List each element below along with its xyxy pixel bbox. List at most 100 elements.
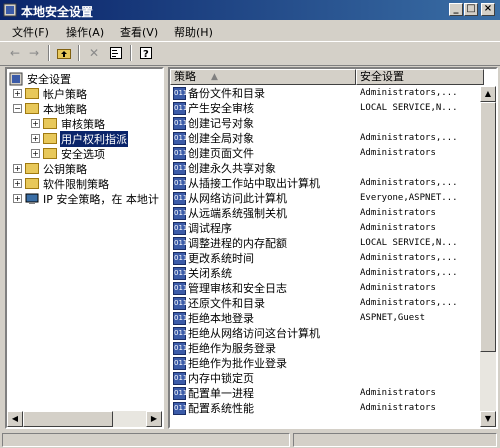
menu-file[interactable]: 文件(F) [12, 24, 49, 40]
tree-item-ip-security[interactable]: + IP 安全策略，在 本地计 [13, 191, 160, 206]
policy-list-pane[interactable]: 策略 ▲ 安全设置 011 备份文件和目录 Administrators,... 0… [168, 67, 498, 429]
policy-name: 创建永久共享对象 [188, 162, 276, 175]
policy-setting: Administrators [360, 223, 436, 233]
table-row[interactable]: 011 备份文件和目录 Administrators,... [170, 86, 496, 101]
toolbar-separator [78, 45, 80, 61]
window-title: 本地安全设置 [21, 5, 94, 19]
collapse-minus-icon[interactable]: − [13, 104, 22, 113]
tree-item-user-rights[interactable]: + 用户权利指派 [31, 130, 128, 147]
expand-plus-icon[interactable]: + [31, 119, 40, 128]
folder-icon [43, 148, 57, 159]
back-arrow-icon[interactable]: ← [7, 45, 23, 61]
policy-setting: Administrators,... [360, 178, 458, 188]
tree-item-security-options[interactable]: + 安全选项 [31, 146, 106, 161]
table-row[interactable]: 011 创建记号对象 [170, 116, 496, 131]
tree-item-label: 审核策略 [61, 117, 105, 131]
close-button[interactable]: × [481, 3, 495, 16]
table-row[interactable]: 011 更改系统时间 Administrators,... [170, 251, 496, 266]
tree-item-label: 用户权利指派 [60, 130, 128, 147]
table-row[interactable]: 011 拒绝作为服务登录 [170, 341, 496, 356]
up-folder-icon[interactable] [56, 45, 72, 61]
tree-item-label: 安全选项 [61, 147, 105, 161]
title-bar[interactable]: 本地安全设置 _ □ × [0, 0, 500, 20]
ip-security-icon [25, 193, 39, 204]
tree-item-account-policies[interactable]: + 帐户策略 [13, 86, 88, 101]
tree-item-label: 本地策略 [43, 102, 87, 116]
policy-name: 关闭系统 [188, 267, 232, 280]
tree-item-label: 安全设置 [27, 72, 71, 86]
tree-item-software-restriction[interactable]: + 软件限制策略 [13, 176, 110, 191]
scroll-down-arrow-icon[interactable]: ▼ [480, 411, 496, 427]
policy-icon: 011 [173, 312, 187, 325]
policy-icon: 011 [173, 117, 187, 130]
table-row[interactable]: 011 内存中锁定页 [170, 371, 496, 386]
policy-name: 更改系统时间 [188, 252, 254, 265]
policy-setting: LOCAL SERVICE,N... [360, 103, 458, 113]
properties-icon[interactable] [108, 45, 124, 61]
table-row[interactable]: 011 拒绝本地登录 ASPNET,Guest [170, 311, 496, 326]
security-settings-icon [3, 3, 17, 17]
table-row[interactable]: 011 创建全局对象 Administrators,... [170, 131, 496, 146]
menu-bar: 文件(F) 操作(A) 查看(V) 帮助(H) [0, 20, 500, 42]
expand-plus-icon[interactable]: + [13, 164, 22, 173]
table-row[interactable]: 011 创建页面文件 Administrators [170, 146, 496, 161]
list-vertical-scrollbar[interactable]: ▲ ▼ [480, 86, 496, 427]
table-row[interactable]: 011 拒绝作为批作业登录 [170, 356, 496, 371]
scroll-thumb[interactable] [23, 411, 113, 427]
forward-arrow-icon[interactable]: → [26, 45, 42, 61]
policy-name: 调整进程的内存配额 [188, 237, 287, 250]
policy-icon: 011 [173, 87, 187, 100]
tree-horizontal-scrollbar[interactable]: ◀ ▶ [7, 411, 162, 427]
scroll-right-arrow-icon[interactable]: ▶ [146, 411, 162, 427]
policy-icon: 011 [173, 237, 187, 250]
expand-plus-icon[interactable]: + [13, 194, 22, 203]
table-row[interactable]: 011 还原文件和目录 Administrators,... [170, 296, 496, 311]
tree-item-local-policies[interactable]: − 本地策略 [13, 101, 88, 116]
table-row[interactable]: 011 创建永久共享对象 [170, 161, 496, 176]
table-row[interactable]: 011 调试程序 Administrators [170, 221, 496, 236]
table-row[interactable]: 011 关闭系统 Administrators,... [170, 266, 496, 281]
policy-icon: 011 [173, 252, 187, 265]
policy-name: 从远端系统强制关机 [188, 207, 287, 220]
security-settings-icon [9, 72, 23, 85]
column-header-policy[interactable]: 策略 ▲ [170, 69, 356, 85]
delete-icon[interactable]: ✕ [86, 45, 102, 61]
maximize-button[interactable]: □ [464, 3, 478, 16]
expand-plus-icon[interactable]: + [31, 134, 40, 143]
scroll-up-arrow-icon[interactable]: ▲ [480, 86, 496, 102]
table-row[interactable]: 011 产生安全审核 LOCAL SERVICE,N... [170, 101, 496, 116]
expand-plus-icon[interactable]: + [31, 149, 40, 158]
tree-item-public-key-policies[interactable]: + 公钥策略 [13, 161, 88, 176]
policy-setting: Administrators,... [360, 298, 458, 308]
table-row[interactable]: 011 配置系统性能 Administrators [170, 401, 496, 416]
table-row[interactable]: 011 从插接工作站中取出计算机 Administrators,... [170, 176, 496, 191]
expand-plus-icon[interactable]: + [13, 89, 22, 98]
column-header-setting[interactable]: 安全设置 [356, 69, 484, 85]
help-icon[interactable]: ? [138, 45, 154, 61]
tree-item-security-settings[interactable]: 安全设置 [9, 71, 72, 86]
open-folder-icon [25, 103, 39, 114]
table-row[interactable]: 011 调整进程的内存配额 LOCAL SERVICE,N... [170, 236, 496, 251]
minimize-button[interactable]: _ [449, 3, 463, 16]
table-row[interactable]: 011 配置单一进程 Administrators [170, 386, 496, 401]
tree-item-audit-policy[interactable]: + 审核策略 [31, 116, 106, 131]
policy-setting: Everyone,ASPNET... [360, 193, 458, 203]
table-row[interactable]: 011 拒绝从网络访问这台计算机 [170, 326, 496, 341]
policy-setting: Administrators [360, 388, 436, 398]
table-row[interactable]: 011 管理审核和安全日志 Administrators [170, 281, 496, 296]
scroll-left-arrow-icon[interactable]: ◀ [7, 411, 23, 427]
table-row[interactable]: 011 从网络访问此计算机 Everyone,ASPNET... [170, 191, 496, 206]
policy-icon: 011 [173, 147, 187, 160]
expand-plus-icon[interactable]: + [13, 179, 22, 188]
policy-setting: Administrators [360, 208, 436, 218]
tree-pane[interactable]: 安全设置 + 帐户策略 − 本地策略 + 审核策略 + 用户权利指派 + 安全选… [5, 67, 164, 429]
policy-icon: 011 [173, 102, 187, 115]
policy-icon: 011 [173, 282, 187, 295]
policy-setting: ASPNET,Guest [360, 313, 426, 323]
table-row[interactable]: 011 从远端系统强制关机 Administrators [170, 206, 496, 221]
menu-help[interactable]: 帮助(H) [174, 24, 213, 40]
menu-action[interactable]: 操作(A) [66, 24, 104, 40]
menu-view[interactable]: 查看(V) [120, 24, 158, 40]
policy-name: 管理审核和安全日志 [188, 282, 287, 295]
scroll-thumb[interactable] [480, 102, 496, 352]
